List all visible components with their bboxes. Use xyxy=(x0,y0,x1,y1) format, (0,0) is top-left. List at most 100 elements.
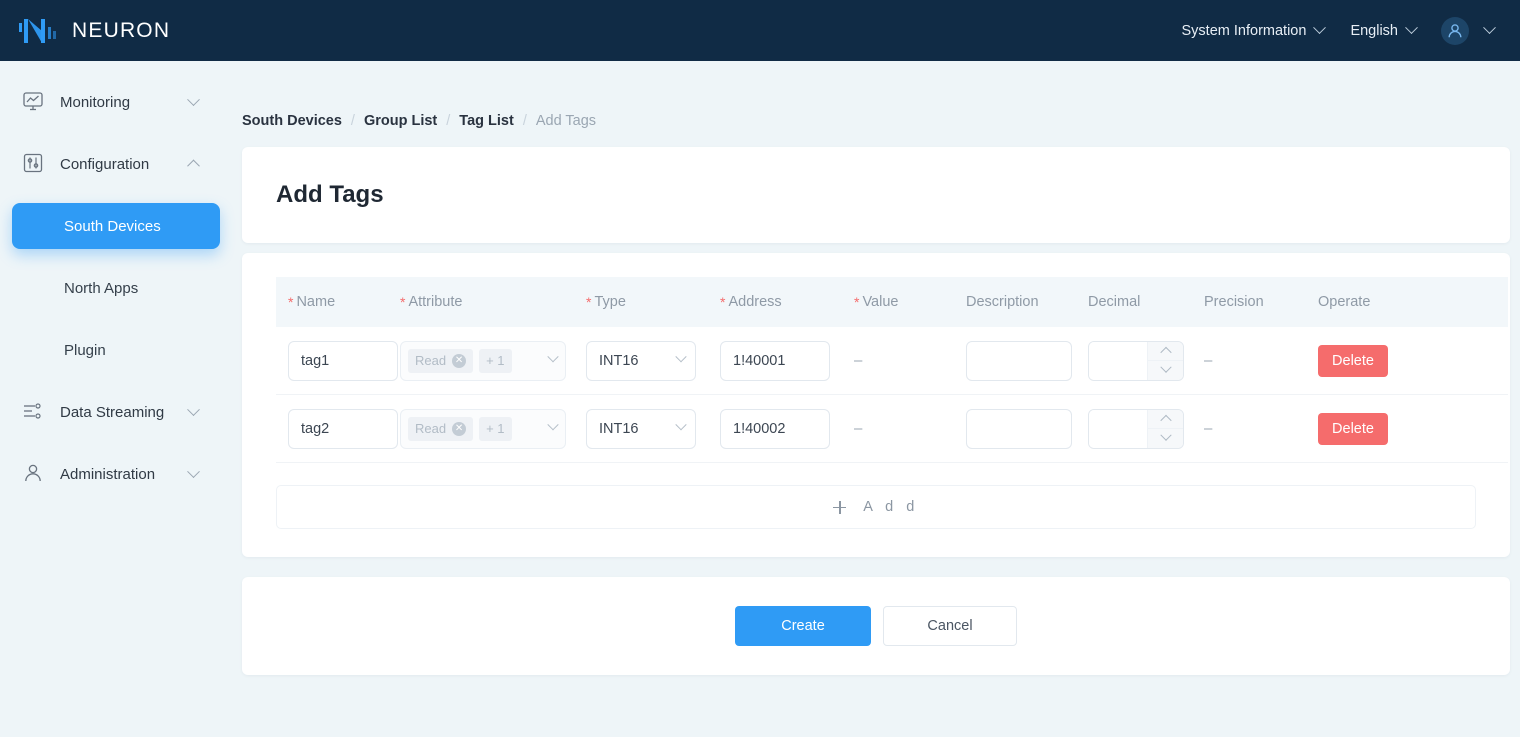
address-input[interactable]: 1!40002 xyxy=(720,409,830,449)
required-asterisk: * xyxy=(288,295,293,309)
user-icon xyxy=(22,462,48,486)
page-title-card: Add Tags xyxy=(242,147,1510,243)
attribute-chip: Read ✕ xyxy=(408,349,473,373)
breadcrumb-item-south-devices[interactable]: South Devices xyxy=(242,113,342,129)
decimal-input[interactable] xyxy=(1089,342,1147,380)
column-header-label: Description xyxy=(966,294,1039,310)
name-input[interactable]: tag2 xyxy=(288,409,398,449)
breadcrumb-item-group-list[interactable]: Group List xyxy=(364,113,437,129)
system-information-menu[interactable]: System Information xyxy=(1169,23,1338,39)
column-header-label: Type xyxy=(594,294,625,310)
tags-table-card: * Name * Attribute * Type * Address * xyxy=(242,253,1510,557)
monitor-chart-icon xyxy=(22,90,48,114)
breadcrumb-item-tag-list[interactable]: Tag List xyxy=(459,113,514,129)
attribute-overflow-chip: + 1 xyxy=(479,349,511,373)
attribute-overflow-chip: + 1 xyxy=(479,417,511,441)
sidebar-item-south-devices[interactable]: South Devices xyxy=(12,203,220,249)
sidebar-item-data-streaming[interactable]: Data Streaming xyxy=(0,389,232,435)
description-input[interactable] xyxy=(966,409,1072,449)
cell-description xyxy=(966,341,1088,381)
name-input[interactable]: tag1 xyxy=(288,341,398,381)
cell-precision: – xyxy=(1204,420,1318,438)
breadcrumb-separator: / xyxy=(514,113,536,129)
column-header-type: * Type xyxy=(586,294,720,310)
value-placeholder: – xyxy=(854,352,862,369)
data-flow-icon xyxy=(22,400,48,424)
description-input[interactable] xyxy=(966,341,1072,381)
column-header-attribute: * Attribute xyxy=(400,294,586,310)
chevron-down-icon xyxy=(1405,21,1418,34)
column-header-label: Decimal xyxy=(1088,294,1140,310)
cell-operate: Delete xyxy=(1318,345,1468,377)
required-asterisk: * xyxy=(720,295,725,309)
attribute-select[interactable]: Read ✕ + 1 xyxy=(400,341,566,381)
avatar[interactable] xyxy=(1441,17,1469,45)
attribute-chip-label: Read xyxy=(415,353,446,368)
neuron-logo-icon xyxy=(18,16,62,46)
system-information-label: System Information xyxy=(1182,23,1307,39)
cancel-button[interactable]: Cancel xyxy=(883,606,1017,646)
precision-placeholder: – xyxy=(1204,420,1212,437)
language-menu[interactable]: English xyxy=(1337,23,1429,39)
brand[interactable]: NEURON xyxy=(0,16,170,46)
attribute-select[interactable]: Read ✕ + 1 xyxy=(400,409,566,449)
type-select-value: INT16 xyxy=(599,421,639,437)
column-header-precision: Precision xyxy=(1204,294,1318,310)
page-title: Add Tags xyxy=(276,181,384,209)
sidebar-item-label: Monitoring xyxy=(60,94,189,111)
close-icon[interactable]: ✕ xyxy=(452,422,466,436)
chevron-down-icon xyxy=(1483,21,1496,34)
add-tag-row-label: A d d xyxy=(863,499,919,515)
sidebar-item-label: Plugin xyxy=(64,342,106,359)
chevron-down-icon xyxy=(187,403,200,416)
breadcrumb: South Devices / Group List / Tag List / … xyxy=(232,61,1520,129)
breadcrumb-separator: / xyxy=(342,113,364,129)
sidebar-item-monitoring[interactable]: Monitoring xyxy=(0,79,232,125)
sidebar-item-label: Administration xyxy=(60,466,189,483)
column-header-label: Operate xyxy=(1318,294,1370,310)
sidebar-item-configuration[interactable]: Configuration xyxy=(0,141,232,187)
value-placeholder: – xyxy=(854,420,862,437)
stepper-decrement-button[interactable] xyxy=(1148,429,1183,448)
type-select-value: INT16 xyxy=(599,353,639,369)
chevron-up-icon xyxy=(187,159,200,172)
delete-button[interactable]: Delete xyxy=(1318,345,1388,377)
cell-type: INT16 xyxy=(586,409,720,449)
tags-table: * Name * Attribute * Type * Address * xyxy=(276,277,1508,463)
type-select[interactable]: INT16 xyxy=(586,409,696,449)
table-row: tag1 Read ✕ + 1 INT16 xyxy=(276,327,1508,395)
stepper-increment-button[interactable] xyxy=(1148,410,1183,430)
type-select[interactable]: INT16 xyxy=(586,341,696,381)
chevron-down-icon xyxy=(1160,430,1171,441)
cell-attribute: Read ✕ + 1 xyxy=(400,409,586,449)
close-icon[interactable]: ✕ xyxy=(452,354,466,368)
column-header-address: * Address xyxy=(720,294,854,310)
account-menu-toggle[interactable] xyxy=(1469,22,1504,40)
column-header-operate: Operate xyxy=(1318,294,1468,310)
decimal-stepper[interactable] xyxy=(1088,341,1184,381)
column-header-label: Address xyxy=(728,294,781,310)
navbar-right: System Information English xyxy=(1169,17,1520,45)
brand-name: NEURON xyxy=(72,19,170,43)
required-asterisk: * xyxy=(400,295,405,309)
column-header-decimal: Decimal xyxy=(1088,294,1204,310)
create-button[interactable]: Create xyxy=(735,606,871,646)
plus-icon xyxy=(833,501,846,514)
decimal-input[interactable] xyxy=(1089,410,1147,448)
chevron-down-icon xyxy=(1314,21,1327,34)
sidebar-item-north-apps[interactable]: North Apps xyxy=(12,265,220,311)
language-label: English xyxy=(1350,23,1398,39)
cell-operate: Delete xyxy=(1318,413,1468,445)
sidebar-item-plugin[interactable]: Plugin xyxy=(12,327,220,373)
address-input[interactable]: 1!40001 xyxy=(720,341,830,381)
stepper-decrement-button[interactable] xyxy=(1148,361,1183,380)
delete-button[interactable]: Delete xyxy=(1318,413,1388,445)
stepper-increment-button[interactable] xyxy=(1148,342,1183,362)
cell-value: – xyxy=(854,420,966,438)
cell-attribute: Read ✕ + 1 xyxy=(400,341,586,381)
decimal-stepper[interactable] xyxy=(1088,409,1184,449)
sidebar-item-label: North Apps xyxy=(64,280,138,297)
add-tag-row-button[interactable]: A d d xyxy=(276,485,1476,529)
attribute-chip-label: Read xyxy=(415,421,446,436)
sidebar-item-administration[interactable]: Administration xyxy=(0,451,232,497)
